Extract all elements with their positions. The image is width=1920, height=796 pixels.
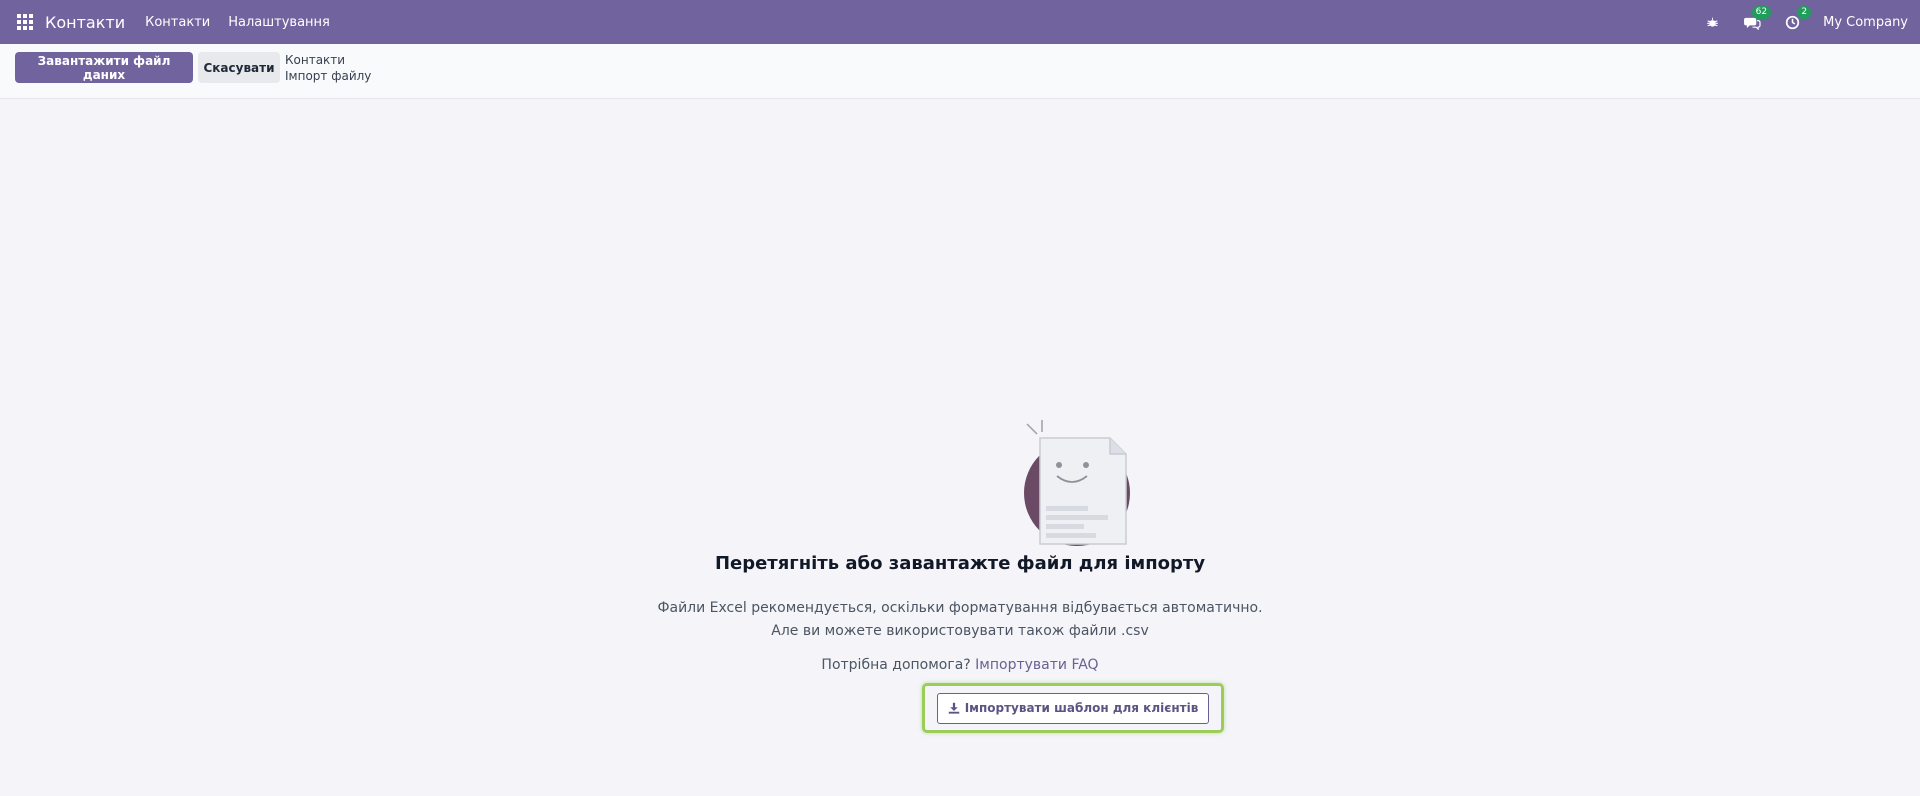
clock-icon[interactable]: 2 (1783, 6, 1812, 31)
activities-badge: 2 (1797, 6, 1812, 19)
import-title: Перетягніть або завантажте файл для імпо… (714, 553, 1206, 574)
import-faq-link[interactable]: Імпортувати FAQ (975, 657, 1098, 673)
breadcrumb-contacts[interactable]: Контакти (285, 52, 371, 68)
import-template-button[interactable]: Імпортувати шаблон для клієнтів (936, 692, 1210, 724)
download-icon (948, 702, 960, 714)
help-text: Потрібна допомога? (821, 657, 971, 673)
top-navbar: Контакти Контакти Налаштування 62 2 My C… (0, 0, 1920, 44)
smiling-document-illustration (1024, 420, 1130, 546)
chat-icon[interactable]: 62 (1743, 6, 1772, 31)
template-highlight: Імпортувати шаблон для клієнтів (922, 683, 1224, 733)
messages-badge: 62 (1751, 6, 1772, 19)
cancel-button[interactable]: Скасувати (198, 52, 280, 83)
breadcrumb-import: Імпорт файлу (285, 69, 372, 83)
control-panel: Завантажити файл даних Скасувати Контакт… (0, 44, 1920, 99)
help-section: Потрібна допомога? Імпортувати FAQ (0, 657, 1920, 673)
apps-grid-icon[interactable] (17, 14, 33, 30)
app-title[interactable]: Контакти (45, 13, 125, 32)
description-line-2: Але ви можете використовувати також файл… (771, 623, 1149, 639)
systray: 62 2 My Company (1703, 0, 1908, 44)
menu-item-contacts[interactable]: Контакти (145, 15, 210, 30)
import-template-label: Імпортувати шаблон для клієнтів (964, 701, 1199, 715)
upload-file-button[interactable]: Завантажити файл даних (15, 52, 193, 83)
import-description: Файли Excel рекомендується, оскільки фор… (0, 597, 1920, 643)
description-line-1: Файли Excel рекомендується, оскільки фор… (657, 600, 1263, 616)
company-switcher[interactable]: My Company (1823, 15, 1908, 30)
bug-icon[interactable] (1703, 13, 1721, 31)
menu-item-settings[interactable]: Налаштування (228, 15, 330, 30)
breadcrumb: Контакти Імпорт файлу (285, 52, 371, 84)
